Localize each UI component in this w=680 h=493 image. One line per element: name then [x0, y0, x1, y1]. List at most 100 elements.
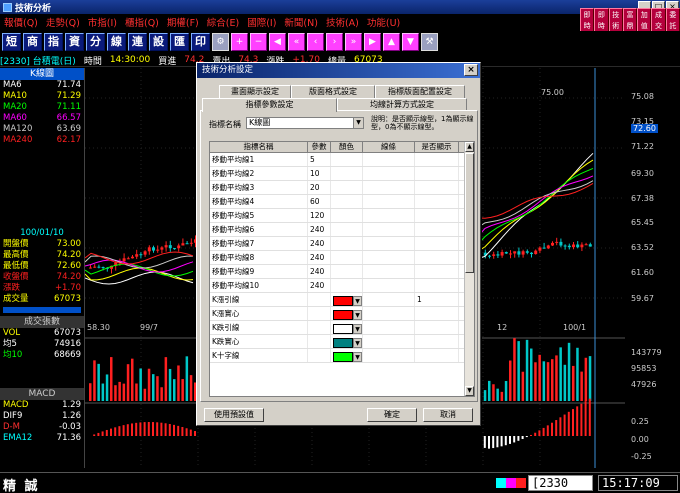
indicator-name-select[interactable]: K線圖 ▼ — [246, 117, 364, 129]
row-show[interactable] — [415, 237, 459, 250]
row-param[interactable]: 240 — [308, 279, 331, 292]
quick-button-1[interactable]: 即時新聞 — [594, 8, 609, 52]
row-param[interactable]: 10 — [308, 167, 331, 180]
row-param[interactable] — [308, 307, 331, 320]
chevron-down-icon[interactable]: ▼ — [353, 309, 362, 320]
menu-item-6[interactable]: 國際(I) — [243, 15, 280, 29]
right-icon[interactable]: › — [326, 32, 343, 51]
arrow-right-icon[interactable]: ▶ — [364, 32, 381, 51]
row-param[interactable] — [308, 293, 331, 306]
tool-button-3[interactable]: 資 — [65, 32, 84, 51]
tool-button-7[interactable]: 設 — [149, 32, 168, 51]
grid-row[interactable]: 移動平均線7 240 — [210, 237, 474, 251]
arrow-left-icon[interactable]: ◀ — [269, 32, 286, 51]
up-icon[interactable]: ▲ — [383, 32, 400, 51]
grid-row[interactable]: K十字線 ▼ — [210, 349, 474, 363]
row-color[interactable] — [331, 279, 363, 292]
settings-icon[interactable]: ⚒ — [421, 32, 438, 51]
tool-button-1[interactable]: 商 — [23, 32, 42, 51]
color-swatch[interactable] — [333, 351, 353, 362]
chevron-down-icon[interactable]: ▼ — [353, 295, 362, 306]
row-color[interactable]: ▼ — [331, 349, 363, 362]
scroll-up-icon[interactable]: ▲ — [465, 142, 474, 152]
row-show[interactable] — [415, 153, 459, 166]
tool-button-8[interactable]: 匯 — [170, 32, 189, 51]
left-icon[interactable]: ‹ — [307, 32, 324, 51]
menu-item-5[interactable]: 綜合(E) — [203, 15, 243, 29]
down-icon[interactable]: ▼ — [402, 32, 419, 51]
row-line[interactable] — [363, 251, 415, 264]
scroll-thumb[interactable] — [465, 153, 474, 273]
grid-row[interactable]: K漲引線 ▼ 1 — [210, 293, 474, 307]
menu-item-1[interactable]: 走勢(Q) — [42, 15, 84, 29]
tab-display-settings[interactable]: 畫面顯示設定 — [219, 85, 291, 98]
color-swatch[interactable] — [333, 295, 353, 306]
tool-button-5[interactable]: 線 — [107, 32, 126, 51]
tool-button-4[interactable]: 分 — [86, 32, 105, 51]
grid-row[interactable]: 移動平均線8 240 — [210, 251, 474, 265]
row-line[interactable] — [363, 195, 415, 208]
row-color[interactable]: ▼ — [331, 293, 363, 306]
double-right-icon[interactable]: » — [345, 32, 362, 51]
tab-layout-format[interactable]: 版面格式設定 — [291, 85, 375, 98]
grid-row[interactable]: 移動平均線10 240 — [210, 279, 474, 293]
grid-row[interactable]: 移動平均線5 120 — [210, 209, 474, 223]
tab-indicator-params[interactable]: 指標參數設定 — [202, 98, 337, 112]
row-color[interactable] — [331, 167, 363, 180]
row-line[interactable] — [363, 181, 415, 194]
row-color[interactable] — [331, 265, 363, 278]
row-line[interactable] — [363, 279, 415, 292]
grid-row[interactable]: 移動平均線9 240 — [210, 265, 474, 279]
grid-row[interactable]: 移動平均線3 20 — [210, 181, 474, 195]
chevron-down-icon[interactable]: ▼ — [353, 337, 362, 348]
row-show[interactable] — [415, 265, 459, 278]
quick-button-5[interactable]: 成交回報 — [651, 8, 666, 52]
double-left-icon[interactable]: « — [288, 32, 305, 51]
chevron-down-icon[interactable]: ▼ — [353, 351, 362, 362]
quick-button-0[interactable]: 即時行情 — [580, 8, 595, 52]
quick-button-3[interactable]: 富鼎網頁 — [622, 8, 638, 52]
grid-row[interactable]: 移動平均線1 5 — [210, 153, 474, 167]
row-color[interactable] — [331, 237, 363, 250]
chevron-down-icon[interactable]: ▼ — [353, 323, 362, 334]
row-show[interactable] — [415, 167, 459, 180]
row-show[interactable] — [415, 349, 459, 362]
row-show[interactable] — [415, 321, 459, 334]
row-show[interactable] — [415, 335, 459, 348]
row-param[interactable] — [308, 335, 331, 348]
menu-item-0[interactable]: 報價(Q) — [0, 15, 42, 29]
row-show[interactable] — [415, 279, 459, 292]
row-param[interactable]: 5 — [308, 153, 331, 166]
row-color[interactable] — [331, 153, 363, 166]
row-param[interactable]: 20 — [308, 181, 331, 194]
row-color[interactable]: ▼ — [331, 321, 363, 334]
row-show[interactable] — [415, 195, 459, 208]
row-color[interactable]: ▼ — [331, 307, 363, 320]
row-param[interactable]: 240 — [308, 237, 331, 250]
menu-item-8[interactable]: 技術(A) — [322, 15, 363, 29]
row-param[interactable]: 240 — [308, 223, 331, 236]
color-swatch[interactable] — [333, 337, 353, 348]
menu-item-2[interactable]: 市指(I) — [84, 15, 121, 29]
row-show[interactable] — [415, 223, 459, 236]
quick-button-2[interactable]: 技術分析 — [608, 8, 623, 52]
row-color[interactable] — [331, 251, 363, 264]
cancel-button[interactable]: 取消 — [423, 408, 473, 422]
grid-row[interactable]: K跌實心 ▼ — [210, 335, 474, 349]
row-line[interactable] — [363, 349, 415, 362]
row-show[interactable] — [415, 181, 459, 194]
row-show[interactable] — [415, 251, 459, 264]
use-default-button[interactable]: 使用預設值 — [204, 408, 264, 422]
grid-scrollbar[interactable]: ▲ ▼ — [464, 142, 474, 396]
stock-code-input[interactable]: [2330 — [528, 475, 593, 491]
row-line[interactable] — [363, 265, 415, 278]
row-line[interactable] — [363, 167, 415, 180]
scroll-down-icon[interactable]: ▼ — [465, 386, 474, 396]
row-show[interactable] — [415, 307, 459, 320]
row-show[interactable]: 1 — [415, 293, 459, 306]
row-param[interactable] — [308, 321, 331, 334]
row-line[interactable] — [363, 237, 415, 250]
tool-button-0[interactable]: 短 — [2, 32, 21, 51]
row-color[interactable] — [331, 181, 363, 194]
menu-item-4[interactable]: 期權(F) — [163, 15, 203, 29]
